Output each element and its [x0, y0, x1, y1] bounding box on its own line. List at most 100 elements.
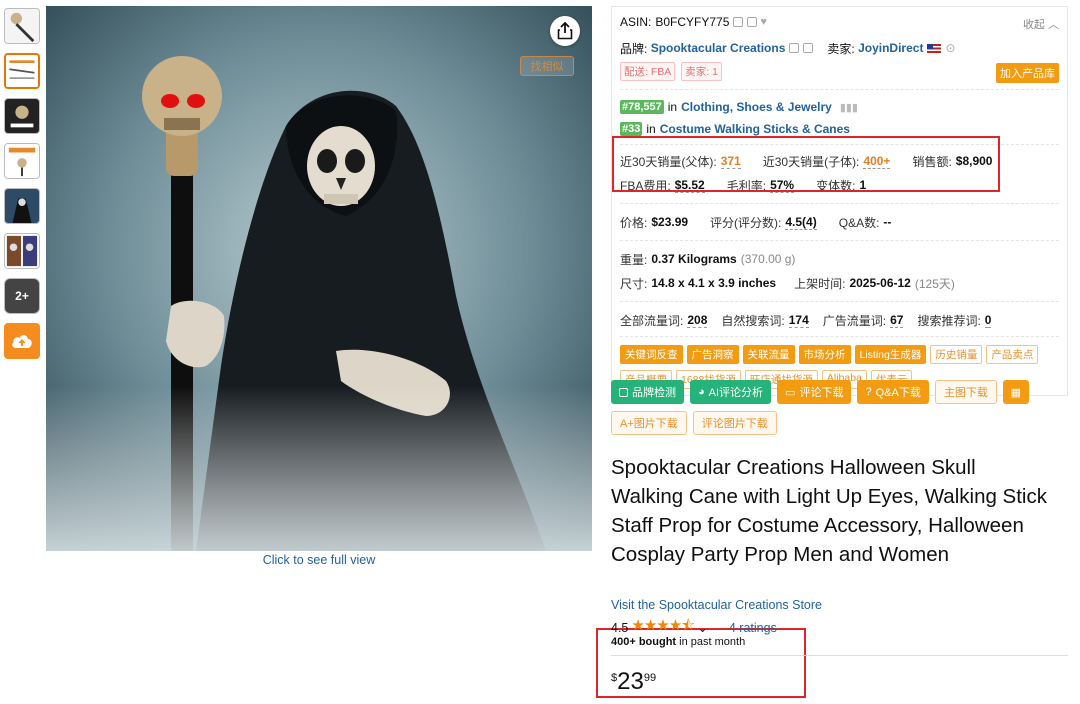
thumbnail-strip: 2+: [4, 8, 42, 359]
ratings-count-link[interactable]: 4 ratings: [729, 621, 777, 635]
brand-check-label: 品牌检测: [632, 387, 676, 399]
brand-check-button[interactable]: 品牌检测: [611, 380, 684, 404]
location-icon: ⊙: [945, 41, 956, 55]
thumbnail-5[interactable]: [4, 188, 40, 224]
tool-tag-keyword-reverse[interactable]: 关键词反查: [620, 345, 683, 364]
main-image-download-label: 主图下载: [943, 387, 988, 399]
tool-tag-related-traffic[interactable]: 关联流量: [742, 345, 795, 364]
question-icon: ?: [865, 386, 872, 398]
ad-keywords-value[interactable]: 67: [890, 313, 904, 328]
fulfillment-row: 配送: FBA 卖家: 1 加入产品库: [612, 59, 1067, 83]
thumbnail-4[interactable]: [4, 143, 40, 179]
weight-grams: (370.00 g): [740, 252, 796, 266]
rank-badge: #78,557: [620, 100, 664, 114]
share-icon: [557, 22, 573, 40]
highlight-sales-box: [612, 136, 1000, 192]
rank-in: in: [667, 100, 678, 114]
thumbnail-2[interactable]: [4, 53, 40, 89]
rec-keywords-label: 搜索推荐词:: [917, 313, 981, 328]
price-value: $23.99: [651, 215, 689, 229]
qa-download-button[interactable]: ? Q&A下载: [857, 380, 929, 404]
rank-badge: #33: [620, 122, 643, 136]
listed-label: 上架时间:: [794, 276, 846, 291]
tool-tag-listing-generator[interactable]: Listing生成器: [854, 345, 927, 364]
product-title: Spooktacular Creations Halloween Skull W…: [611, 456, 1047, 566]
review-image-download-button[interactable]: 评论图片下载: [692, 411, 777, 435]
external-link-icon[interactable]: [803, 43, 814, 53]
bar-chart-icon[interactable]: ▮▮▮: [840, 101, 858, 114]
all-keywords-value[interactable]: 208: [687, 313, 708, 328]
thumbnail-1[interactable]: [4, 8, 40, 44]
listed-days: (125天): [914, 276, 955, 291]
qa-value: --: [883, 215, 892, 229]
ad-keywords-label: 广告流量词:: [822, 313, 887, 328]
price-label: 价格:: [620, 215, 648, 230]
plugin-info-panel: ASIN: B0FCYFY775 ♥ 收起 ︿ 品牌: Spooktacular…: [611, 6, 1068, 396]
ai-review-button[interactable]: ◕ AI评论分析: [690, 380, 772, 404]
ai-review-label: AI评论分析: [708, 387, 764, 399]
us-flag-icon: [927, 43, 942, 53]
comment-icon: ▭: [785, 386, 796, 399]
brand-link[interactable]: Spooktacular Creations: [651, 41, 786, 55]
checkbox-icon: [619, 387, 628, 397]
store-link[interactable]: Visit the Spooktacular Creations Store: [611, 598, 822, 612]
main-product-image[interactable]: 找相似: [46, 6, 592, 551]
seller-link[interactable]: JoyinDirect: [858, 41, 923, 55]
product-price: $ 23 99: [611, 668, 656, 696]
share-button[interactable]: [550, 16, 580, 46]
qa-download-label: Q&A下载: [875, 387, 921, 399]
action-buttons-row-2: A+图片下载 评论图片下载: [611, 411, 777, 435]
tool-tag-selling-points[interactable]: 产品卖点: [986, 345, 1039, 364]
aplus-download-label: A+图片下载: [620, 418, 678, 430]
weight-row: 重量: 0.37 Kilograms (370.00 g): [612, 247, 1067, 271]
cloud-upload-icon: [12, 335, 32, 348]
chevron-down-icon[interactable]: ⌄: [697, 620, 707, 635]
aplus-download-button[interactable]: A+图片下载: [611, 411, 687, 435]
listed-value: 2025-06-12: [849, 276, 911, 290]
size-value: 14.8 x 4.1 x 3.9 inches: [651, 276, 777, 290]
tool-tag-market-analysis[interactable]: 市场分析: [798, 345, 851, 364]
rating-label: 评分(评分数):: [710, 215, 782, 230]
weight-label: 重量:: [620, 252, 648, 267]
pie-icon: ◕: [698, 386, 705, 398]
calculator-button[interactable]: ▦: [1002, 380, 1029, 404]
collapse-toggle[interactable]: 收起 ︿: [1023, 16, 1059, 32]
click-full-view-link[interactable]: Click to see full view: [46, 553, 592, 567]
rating-number: 4.5: [611, 620, 629, 635]
tool-tag-history-sales[interactable]: 历史销量: [930, 345, 983, 364]
keywords-row: 全部流量词: 208 自然搜索词: 174 广告流量词: 67 搜索推荐词: 0: [612, 308, 1067, 332]
rank-category-link[interactable]: Costume Walking Sticks & Canes: [660, 122, 850, 136]
brand-label: 品牌:: [620, 41, 648, 56]
natural-keywords-value[interactable]: 174: [788, 313, 809, 328]
natural-keywords-label: 自然搜索词:: [721, 313, 785, 328]
asin-label: ASIN:: [620, 15, 652, 29]
rank-in: in: [646, 122, 656, 136]
price-whole: 23: [617, 668, 644, 695]
find-similar-button[interactable]: 找相似: [520, 56, 574, 76]
thumbnail-more[interactable]: 2+: [4, 278, 40, 314]
action-buttons-row-1: 品牌检测 ◕ AI评论分析 ▭ 评论下载 ? Q&A下载 主图下载 ▦: [611, 380, 1029, 404]
copy-icon[interactable]: [789, 43, 800, 53]
qa-label: Q&A数:: [838, 215, 880, 230]
seller-label: 卖家:: [827, 41, 855, 56]
review-download-label: 评论下载: [799, 387, 844, 399]
heart-icon[interactable]: ♥: [760, 16, 767, 28]
rank-category-link[interactable]: Clothing, Shoes & Jewelry: [681, 100, 832, 114]
main-image-download-button[interactable]: 主图下载: [934, 380, 997, 404]
add-to-library-button[interactable]: 加入产品库: [996, 63, 1059, 83]
copy-icon[interactable]: [733, 17, 744, 27]
seller-count-tag: 卖家: 1: [681, 61, 722, 81]
brand-row: 品牌: Spooktacular Creations 卖家: JoyinDire…: [612, 37, 1067, 59]
review-download-button[interactable]: ▭ 评论下载: [777, 380, 852, 404]
upload-cloud-button[interactable]: [4, 323, 40, 359]
rating-value[interactable]: 4.5(4): [785, 215, 817, 230]
tool-tag-ad-insight[interactable]: 广告洞察: [686, 345, 739, 364]
bought-count: 400+ bought: [611, 636, 677, 648]
price-fraction: 99: [643, 672, 657, 684]
thumbnail-6[interactable]: [4, 233, 40, 269]
copy-link-icon[interactable]: [747, 17, 758, 27]
rec-keywords-value[interactable]: 0: [984, 313, 992, 328]
calculator-icon: ▦: [1010, 386, 1022, 399]
size-label: 尺寸:: [620, 276, 648, 291]
thumbnail-3[interactable]: [4, 98, 40, 134]
